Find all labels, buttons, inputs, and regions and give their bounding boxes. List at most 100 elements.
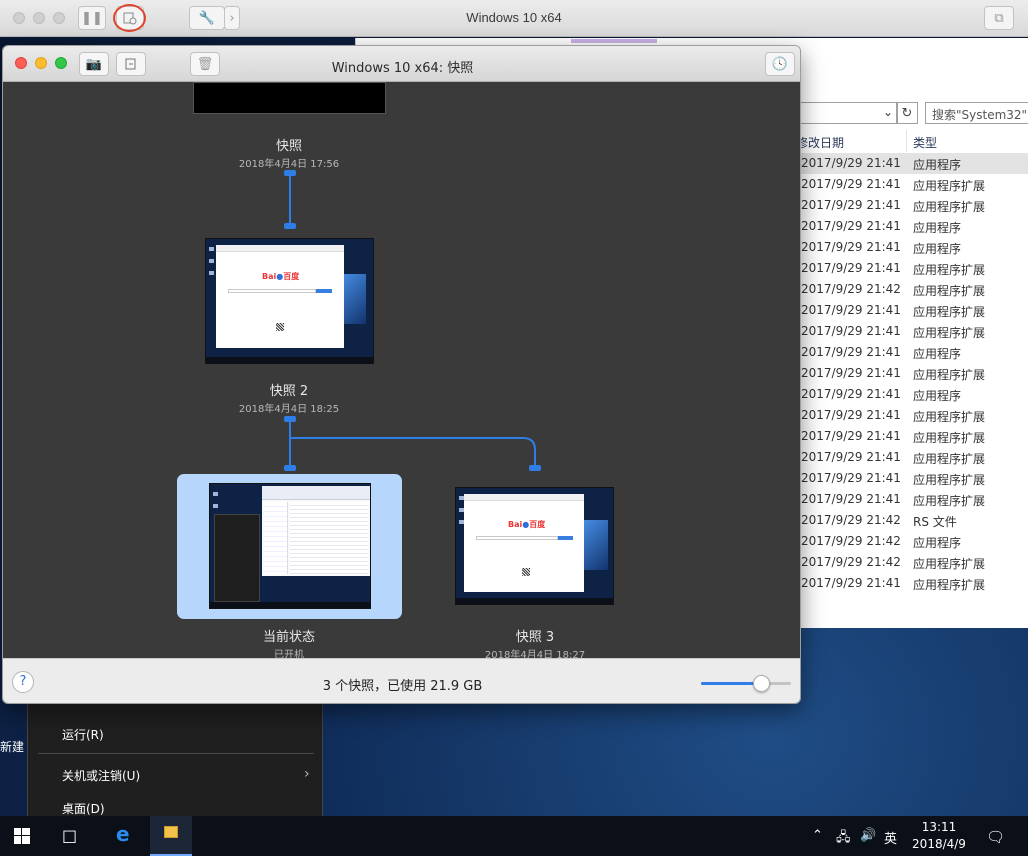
search-input[interactable]: 搜索"System32" (925, 102, 1028, 124)
snapshot-thumbnail[interactable] (209, 483, 371, 609)
edge-browser-icon[interactable]: e (116, 822, 130, 846)
snapshot-name: 快照 3 (515, 630, 555, 645)
schedule-button[interactable]: 🕓 (765, 52, 795, 76)
file-modified-date: 2017/9/29 21:41 (801, 261, 901, 275)
zoom-slider-fill (701, 682, 762, 685)
zoom-slider-track[interactable] (701, 682, 791, 685)
file-type: 应用程序扩展 (913, 557, 986, 571)
snapshot-footer: ? 3 个快照，已使用 21.9 GB (3, 658, 800, 703)
file-row[interactable]: 2017/9/29 21:41 应用程序 (801, 237, 1028, 258)
file-modified-date: 2017/9/29 21:42 (801, 534, 901, 548)
file-row[interactable]: 2017/9/29 21:41 应用程序扩展 (801, 363, 1028, 384)
file-type: 应用程序 (913, 389, 962, 403)
host-window-title: Windows 10 x64 (466, 10, 562, 25)
file-row[interactable]: 2017/9/29 21:41 应用程序 (801, 342, 1028, 363)
snapshot-thumbnail[interactable]: Bai●百度 (455, 487, 614, 605)
file-row[interactable]: 2017/9/29 21:41 应用程序扩展 (801, 573, 1028, 594)
file-row[interactable]: 2017/9/29 21:41 应用程序扩展 (801, 321, 1028, 342)
file-list: 2017/9/29 21:41 应用程序 2017/9/29 21:41 应用程序扩展… (801, 153, 1028, 594)
refresh-icon: ↻ (901, 105, 913, 121)
snapshot-date: 2018年4月4日 18:27 (484, 650, 586, 658)
file-row[interactable]: 2017/9/29 21:41 应用程序扩展 (801, 405, 1028, 426)
start-context-menu: 运行(R) 关机或注销(U) › 桌面(D) (27, 702, 323, 832)
file-type: 应用程序扩展 (913, 263, 986, 277)
menu-item-shutdown[interactable]: 关机或注销(U) (62, 767, 140, 784)
snapshot-tree: 快照 2018年4月4日 17:56 Bai●百度 快照 2 2018年4月4日… (3, 82, 800, 658)
file-row[interactable]: 2017/9/29 21:41 应用程序扩展 (801, 489, 1028, 510)
file-modified-date: 2017/9/29 21:41 (801, 492, 901, 506)
file-modified-date: 2017/9/29 21:41 (801, 240, 901, 254)
file-row[interactable]: 2017/9/29 21:41 应用程序扩展 (801, 447, 1028, 468)
file-modified-date: 2017/9/29 21:41 (801, 366, 901, 380)
file-row[interactable]: 2017/9/29 21:42 RS 文件 (801, 510, 1028, 531)
file-row[interactable]: 2017/9/29 21:41 应用程序扩展 (801, 300, 1028, 321)
file-modified-date: 2017/9/29 21:41 (801, 345, 901, 359)
file-type: 应用程序扩展 (913, 179, 986, 193)
file-modified-date: 2017/9/29 21:42 (801, 282, 901, 296)
column-header-type[interactable]: 类型 (913, 134, 937, 151)
ime-indicator[interactable]: 英 (884, 828, 897, 847)
chevron-up-icon[interactable]: ⌃ (812, 828, 823, 843)
file-type: 应用程序扩展 (913, 410, 986, 424)
file-row[interactable]: 2017/9/29 21:41 应用程序 (801, 216, 1028, 237)
task-view-icon[interactable]: □ (62, 826, 77, 845)
taskbar-clock[interactable]: 13:11 2018/4/9 (906, 819, 972, 853)
column-header-modified[interactable]: 修改日期 (796, 134, 844, 151)
network-icon[interactable]: 🖧 (836, 828, 851, 850)
file-modified-date: 2017/9/29 21:41 (801, 471, 901, 485)
snapshot-date: 2018年4月4日 17:56 (238, 159, 340, 170)
file-modified-date: 2017/9/29 21:41 (801, 198, 901, 212)
file-row[interactable]: 2017/9/29 21:41 应用程序扩展 (801, 174, 1028, 195)
speaker-icon[interactable]: 🔊 (860, 828, 876, 843)
file-row[interactable]: 2017/9/29 21:41 应用程序 (801, 384, 1028, 405)
file-modified-date: 2017/9/29 21:41 (801, 324, 901, 338)
file-type: RS 文件 (913, 515, 957, 529)
refresh-button[interactable]: ↻ (896, 102, 918, 124)
file-row[interactable]: 2017/9/29 21:42 应用程序扩展 (801, 552, 1028, 573)
snapshot-thumbnail[interactable]: Bai●百度 (205, 238, 374, 364)
desktop-icon-label[interactable]: 新建 (0, 738, 24, 755)
file-type: 应用程序扩展 (913, 305, 986, 319)
file-row[interactable]: 2017/9/29 21:42 应用程序 (801, 531, 1028, 552)
file-modified-date: 2017/9/29 21:41 (801, 408, 901, 422)
file-row[interactable]: 2017/9/29 21:41 应用程序扩展 (801, 468, 1028, 489)
clock-icon: 🕓 (771, 56, 789, 72)
file-row[interactable]: 2017/9/29 21:41 应用程序 (801, 153, 1028, 174)
snapshot-thumbnail[interactable] (193, 82, 386, 114)
windows-start-icon[interactable] (14, 828, 30, 844)
file-type: 应用程序扩展 (913, 284, 986, 298)
file-modified-date: 2017/9/29 21:41 (801, 576, 901, 590)
menu-item-run[interactable]: 运行(R) (62, 726, 104, 743)
file-type: 应用程序 (913, 242, 962, 256)
fullscreen-button[interactable]: ⧉ (984, 6, 1014, 30)
clock-time: 13:11 (921, 820, 957, 834)
snapshot-date: 2018年4月4日 18:25 (238, 404, 340, 415)
file-type: 应用程序扩展 (913, 452, 986, 466)
windows-overlap-icon: ⧉ (994, 10, 1004, 26)
file-type: 应用程序扩展 (913, 494, 986, 508)
file-modified-date: 2017/9/29 21:41 (801, 450, 901, 464)
file-row[interactable]: 2017/9/29 21:42 应用程序扩展 (801, 279, 1028, 300)
file-row[interactable]: 2017/9/29 21:41 应用程序扩展 (801, 426, 1028, 447)
notification-icon[interactable]: 🗨 (986, 828, 1005, 846)
file-row[interactable]: 2017/9/29 21:41 应用程序扩展 (801, 258, 1028, 279)
file-row[interactable]: 2017/9/29 21:41 应用程序扩展 (801, 195, 1028, 216)
chevron-right-icon: › (304, 766, 310, 782)
file-modified-date: 2017/9/29 21:42 (801, 555, 901, 569)
file-type: 应用程序 (913, 347, 962, 361)
file-modified-date: 2017/9/29 21:41 (801, 429, 901, 443)
file-type: 应用程序 (913, 536, 962, 550)
snapshot-manager-window: 📷 🗑 Windows 10 x64: 快照 🕓 快照 2018年4月4日 17… (2, 45, 801, 704)
taskbar-explorer-button[interactable] (150, 816, 192, 856)
address-dropdown[interactable]: ⌄ (796, 102, 898, 124)
file-type: 应用程序扩展 (913, 368, 986, 382)
file-type: 应用程序扩展 (913, 326, 986, 340)
file-modified-date: 2017/9/29 21:41 (801, 177, 901, 191)
file-modified-date: 2017/9/29 21:41 (801, 156, 901, 170)
file-modified-date: 2017/9/29 21:42 (801, 513, 901, 527)
file-modified-date: 2017/9/29 21:41 (801, 303, 901, 317)
snapshot-connectors (284, 170, 541, 471)
snapshot-name: 当前状态 (262, 630, 315, 645)
file-type: 应用程序 (913, 158, 962, 172)
menu-item-desktop[interactable]: 桌面(D) (62, 800, 105, 817)
